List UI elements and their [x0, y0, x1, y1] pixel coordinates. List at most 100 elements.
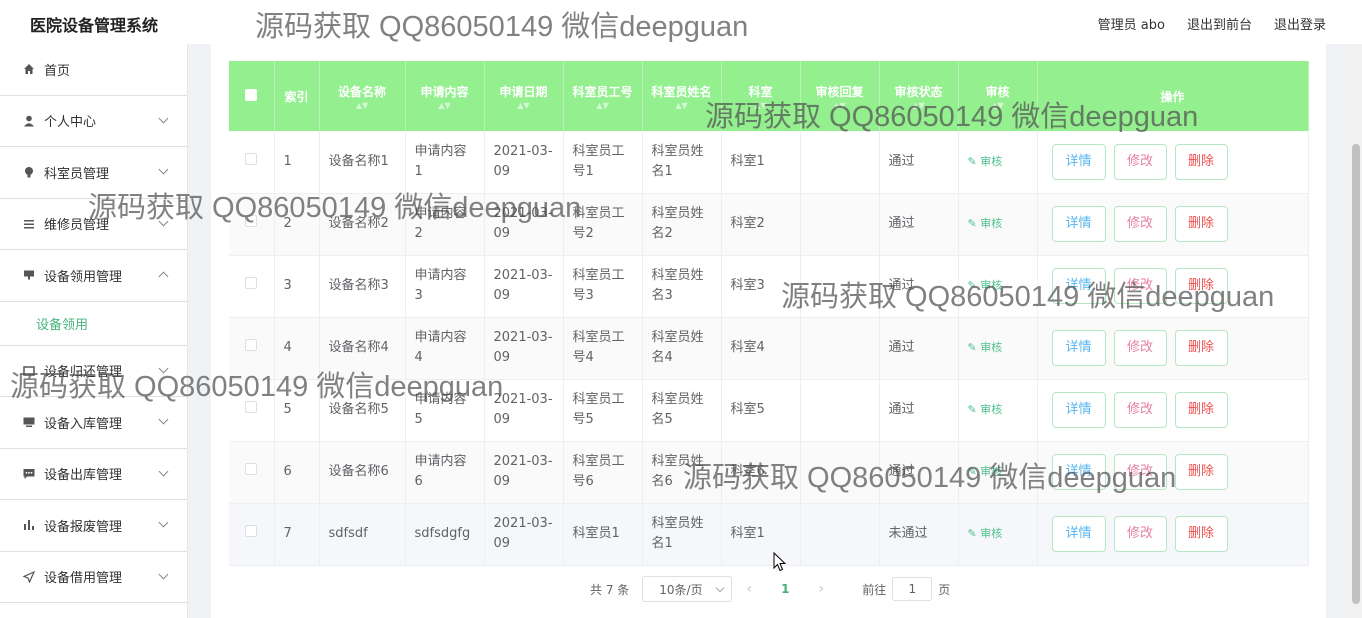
delete-button[interactable]: 删除 — [1174, 392, 1228, 428]
detail-button[interactable]: 详情 — [1051, 330, 1106, 366]
audit-link[interactable]: ✎ 审核 — [968, 465, 1003, 478]
audit-link[interactable]: ✎ 审核 — [968, 341, 1003, 354]
row-checkbox[interactable] — [245, 277, 258, 289]
cell-reply — [800, 441, 880, 504]
sidebar-item-label: 科室员管理 — [44, 166, 110, 182]
edit-button[interactable]: 修改 — [1113, 330, 1167, 366]
table-header-row: 索引 设备名称 ▲▼ 申请内容 ▲▼ 申请日期 ▲▼ 科室员工号 ▲▼ 科室员姓名 ▲▼ … — [229, 61, 1309, 131]
row-checkbox[interactable] — [245, 463, 258, 475]
delete-button[interactable]: 删除 — [1174, 143, 1228, 180]
delete-button[interactable]: 删除 — [1174, 516, 1228, 552]
page-size-select[interactable]: 10条/页 — [642, 576, 733, 602]
cell-date: 2021-03-09 — [484, 441, 564, 504]
edit-icon: ✎ — [967, 217, 977, 230]
audit-link[interactable]: ✎ 审核 — [968, 527, 1003, 540]
cell-device-name: 设备名称6 — [319, 441, 406, 504]
detail-button[interactable]: 详情 — [1051, 454, 1106, 490]
chevron-down-icon — [158, 569, 169, 579]
row-checkbox[interactable] — [245, 339, 258, 351]
table-row: 1 设备名称1 申请内容1 2021-03-09 科室员工号1 科室员姓名1 科室1 通过 ✎ … — [229, 131, 1309, 194]
sidebar-item-device-in[interactable]: 设备入库管理 — [0, 397, 187, 449]
page-number[interactable]: 1 — [770, 582, 800, 596]
edit-button[interactable]: 修改 — [1113, 516, 1167, 552]
col-dept[interactable]: 科室 ▲▼ — [721, 61, 801, 131]
scrollbar-thumb[interactable] — [1352, 144, 1360, 604]
audit-link[interactable]: ✎ 审核 — [968, 279, 1003, 292]
cell-device-name: 设备名称1 — [319, 131, 406, 194]
cell-status: 通过 — [879, 131, 959, 194]
row-checkbox[interactable] — [245, 152, 258, 165]
cell-audit: ✎ 审核 — [958, 317, 1038, 380]
chevron-down-icon — [158, 466, 169, 476]
detail-button[interactable]: 详情 — [1051, 143, 1106, 180]
cell-date: 2021-03-09 — [484, 503, 564, 566]
edit-button[interactable]: 修改 — [1113, 143, 1167, 180]
cell-staff-no: 科室员工号4 — [563, 317, 643, 380]
col-device-name[interactable]: 设备名称 ▲▼ — [319, 61, 406, 131]
sidebar-item-device-borrow[interactable]: 设备借用管理 — [0, 552, 187, 603]
page-scrollbar[interactable] — [1350, 44, 1362, 618]
col-staff-name[interactable]: 科室员姓名 ▲▼ — [642, 61, 722, 131]
cell-dept: 科室1 — [721, 131, 801, 194]
row-select-cell — [229, 317, 275, 380]
row-checkbox[interactable] — [245, 401, 258, 413]
sidebar-item-label: 维修员管理 — [44, 218, 110, 234]
col-reply[interactable]: 审核回复 ▲▼ — [800, 61, 880, 131]
logout-link[interactable]: 退出登录 — [1274, 14, 1326, 33]
detail-button[interactable]: 详情 — [1051, 268, 1106, 304]
sidebar-item-home[interactable]: 首页 — [0, 44, 187, 96]
detail-button[interactable]: 详情 — [1051, 516, 1106, 552]
delete-button[interactable]: 删除 — [1174, 268, 1228, 304]
sidebar-item-repair[interactable]: 维修员管理 — [0, 199, 187, 250]
audit-link[interactable]: ✎ 审核 — [968, 403, 1003, 416]
table-row: 7 sdfsdf sdfsdgfg 2021-03-09 科室员1 科室员姓名1 科室1 未通… — [229, 503, 1309, 566]
cell-staff-name: 科室员姓名6 — [642, 441, 722, 504]
chevron-down-icon — [158, 113, 169, 123]
row-select-cell — [229, 503, 275, 566]
audit-link[interactable]: ✎ 审核 — [968, 155, 1003, 168]
col-content[interactable]: 申请内容 ▲▼ — [405, 61, 485, 131]
col-status[interactable]: 审核状态 ▲▼ — [879, 61, 959, 131]
sidebar-item-device-use[interactable]: 设备领用管理 — [0, 250, 187, 302]
row-checkbox[interactable] — [245, 525, 258, 537]
chevron-down-icon — [158, 517, 169, 528]
delete-button[interactable]: 删除 — [1174, 206, 1228, 242]
table-row: 6 设备名称6 申请内容6 2021-03-09 科室员工号6 科室员姓名6 科室6 通过 ✎ … — [229, 441, 1309, 504]
edit-button[interactable]: 修改 — [1113, 206, 1167, 242]
sidebar-item-profile[interactable]: 个人中心 — [0, 96, 187, 147]
audit-link[interactable]: ✎ 审核 — [968, 217, 1003, 230]
sidebar-item-device-scrap[interactable]: 设备报废管理 — [0, 500, 187, 552]
cell-dept: 科室2 — [721, 193, 801, 256]
col-date[interactable]: 申请日期 ▲▼ — [484, 61, 564, 131]
col-staff-no-label: 科室员工号 — [572, 84, 633, 99]
detail-button[interactable]: 详情 — [1051, 392, 1106, 428]
sidebar-subitem-device-use[interactable]: 设备领用 — [0, 302, 187, 346]
delete-button[interactable]: 删除 — [1174, 330, 1228, 366]
row-select-cell — [229, 379, 275, 442]
edit-button[interactable]: 修改 — [1113, 392, 1167, 428]
detail-button[interactable]: 详情 — [1051, 206, 1106, 242]
edit-button[interactable]: 修改 — [1113, 268, 1167, 304]
delete-button[interactable]: 删除 — [1174, 454, 1228, 490]
prev-page-icon[interactable]: ‹ — [736, 581, 762, 597]
page-size-value: 10条/页 — [659, 582, 703, 597]
back-to-front-link[interactable]: 退出到前台 — [1187, 14, 1252, 33]
col-audit[interactable]: 审核 ▲▼ — [958, 61, 1038, 131]
col-staff-no[interactable]: 科室员工号 ▲▼ — [563, 61, 643, 131]
select-all-checkbox[interactable] — [245, 88, 258, 101]
row-checkbox[interactable] — [245, 215, 258, 227]
cell-actions: 详情 修改 删除 — [1037, 441, 1309, 504]
next-page-icon[interactable]: › — [808, 581, 834, 597]
sidebar-item-label: 设备归还管理 — [44, 365, 123, 381]
sidebar-item-staff[interactable]: 科室员管理 — [0, 147, 187, 199]
audit-label: 审核 — [980, 217, 1003, 230]
cell-staff-no: 科室员1 — [563, 503, 643, 566]
edit-button[interactable]: 修改 — [1113, 454, 1167, 490]
bulb-icon — [22, 165, 36, 179]
cell-actions: 详情 修改 删除 — [1037, 503, 1309, 566]
sidebar-item-device-return[interactable]: 设备归还管理 — [0, 346, 187, 397]
goto-page-input[interactable]: 1 — [892, 577, 933, 601]
cell-content: 申请内容4 — [405, 317, 485, 380]
cell-date: 2021-03-09 — [484, 131, 564, 194]
sidebar-item-device-out[interactable]: 设备出库管理 — [0, 449, 187, 500]
